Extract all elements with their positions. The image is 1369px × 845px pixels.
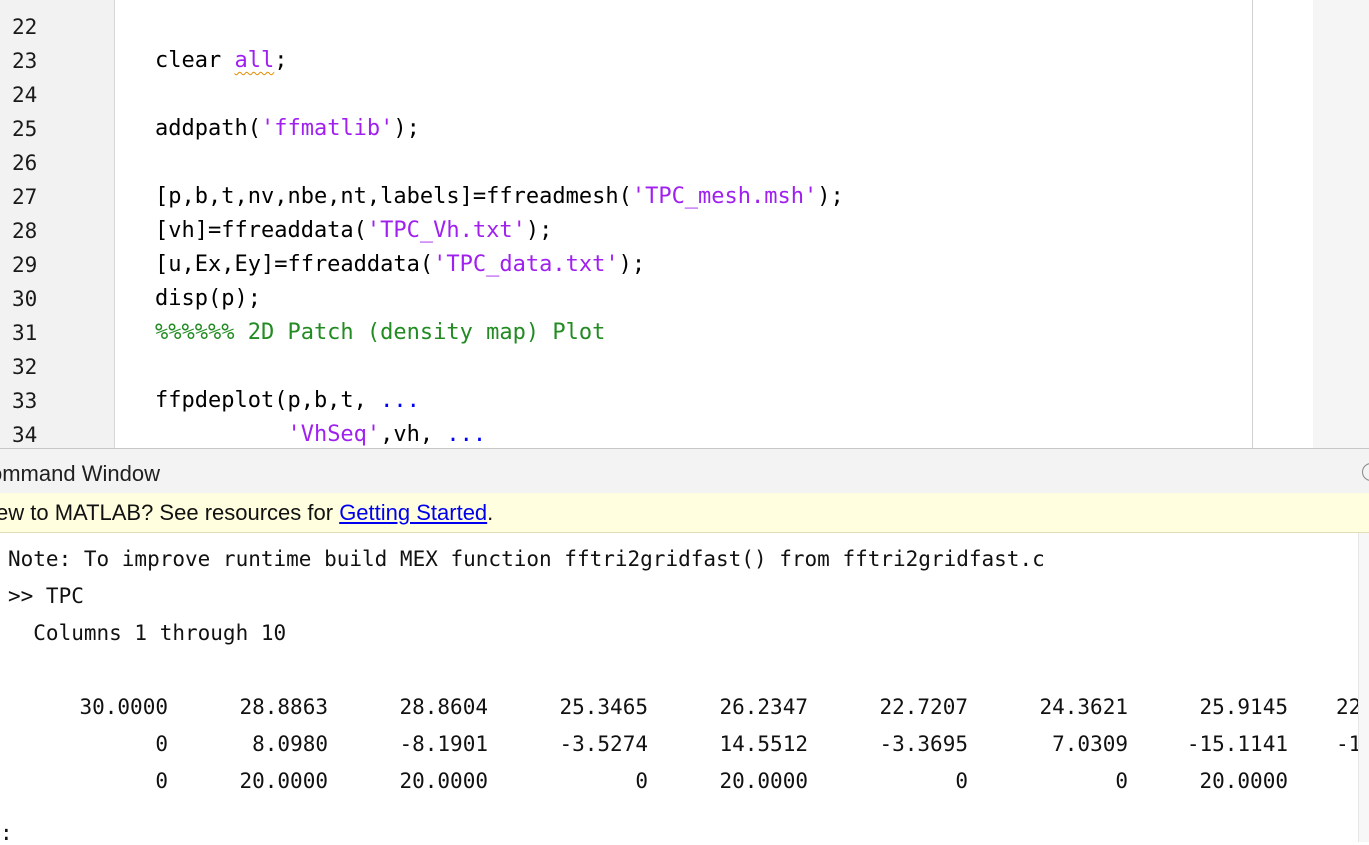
matrix-cell: 20.0000 [719, 769, 808, 793]
matrix-cell: 0 [155, 732, 168, 756]
line-number: 29 [12, 253, 38, 277]
code-token: clear [155, 48, 235, 73]
matrix-cell: 0 [155, 769, 168, 793]
command-window-header: ommand Window [0, 448, 1369, 494]
command-window-left-edge [0, 533, 4, 842]
code-token: ... [380, 388, 420, 413]
matrix-cell: 20.0000 [399, 769, 488, 793]
banner-suffix: . [487, 500, 494, 525]
code-token: ffpdeplot(p,b,t, [155, 388, 381, 413]
code-line[interactable]: [u,Ex,Ey]=ffreaddata('TPC_data.txt'); [155, 248, 645, 282]
code-token: ); [618, 252, 646, 277]
matrix-cell: 20.0000 [239, 769, 328, 793]
matrix-cell: 26.2347 [719, 695, 808, 719]
command-cursor[interactable]: : [0, 821, 13, 845]
code-line[interactable]: clear all; [155, 44, 287, 78]
line-number: 22 [12, 15, 38, 39]
line-number: 27 [12, 185, 38, 209]
matrix-cell: 14.5512 [719, 732, 808, 756]
line-number: 23 [12, 49, 38, 73]
command-window-output[interactable]: Note: To improve runtime build MEX funct… [0, 533, 1369, 845]
columns-label: Columns 1 through 10 [8, 621, 287, 645]
code-line[interactable]: %%%%%% 2D Patch (density map) Plot [155, 316, 605, 350]
right-margin-line [1252, 0, 1253, 448]
line-number: 28 [12, 219, 38, 243]
code-line[interactable]: disp(p); [155, 282, 261, 316]
matrix-cell: 0 [1115, 769, 1128, 793]
runtime-note: Note: To improve runtime build MEX funct… [8, 547, 1045, 571]
matrix-cell: 0 [955, 769, 968, 793]
line-number: 24 [12, 83, 38, 107]
command-window-scrollbar[interactable] [1358, 533, 1369, 842]
matrix-cell: 22.7207 [879, 695, 968, 719]
line-number: 30 [12, 287, 38, 311]
banner-text: ew to MATLAB? See resources for [0, 500, 340, 525]
code-line[interactable]: 'VhSeq',vh, ... [155, 418, 486, 448]
line-number-gutter: 22 23 24 25 26 27 28 29 30 31 32 33 34 [0, 0, 115, 448]
command-prompt-line: >> TPC [8, 584, 84, 608]
code-token: addpath( [155, 116, 261, 141]
code-token: ); [393, 116, 420, 141]
code-token: disp(p); [155, 286, 261, 311]
matrix-cell: 25.9145 [1199, 695, 1288, 719]
code-token: 'ffmatlib' [260, 116, 394, 141]
matrix-cell: 20.0000 [1199, 769, 1288, 793]
code-token: 'TPC_Vh.txt' [366, 218, 526, 243]
matrix-cell: 8.0980 [252, 732, 328, 756]
code-token: ; [274, 48, 288, 73]
code-token: all [234, 48, 275, 73]
line-number: 25 [12, 117, 38, 141]
code-line[interactable]: [vh]=ffreaddata('TPC_Vh.txt'); [155, 214, 552, 248]
code-line[interactable]: addpath('ffmatlib'); [155, 112, 420, 146]
matrix-cell: -3.3695 [879, 732, 968, 756]
code-token: ); [817, 184, 844, 209]
matrix-cell: -15.1141 [1186, 732, 1288, 756]
matrix-cell: 0 [635, 769, 648, 793]
code-line[interactable]: ffpdeplot(p,b,t, ... [155, 384, 420, 418]
editor-scrollbar[interactable] [1313, 0, 1369, 448]
panel-actions-icon[interactable] [1362, 463, 1369, 481]
getting-started-banner: ew to MATLAB? See resources for Getting … [0, 493, 1369, 533]
matrix-cell: -3.5274 [559, 732, 648, 756]
code-token: 'VhSeq' [287, 422, 381, 447]
line-number: 32 [12, 355, 38, 379]
line-number: 26 [12, 151, 38, 175]
code-token: 'TPC_mesh.msh' [631, 184, 818, 209]
matrix-cell: 30.0000 [79, 695, 168, 719]
matrix-cell: 28.8863 [239, 695, 328, 719]
matrix-cell: 28.8604 [399, 695, 488, 719]
matrix-cell: -8.1901 [399, 732, 488, 756]
code-editor[interactable]: 22 23 24 25 26 27 28 29 30 31 32 33 34 clear all; add… [0, 0, 1369, 448]
code-token: [vh]=ffreaddata( [155, 218, 367, 243]
matrix-cell: 25.3465 [559, 695, 648, 719]
line-number: 31 [12, 321, 38, 345]
command-window-title: ommand Window [0, 461, 160, 486]
code-token: 'TPC_data.txt' [433, 252, 619, 277]
code-token: ); [525, 218, 553, 243]
code-token: [p,b,t,nv,nbe,nt,labels]=ffreadmesh( [155, 184, 632, 209]
code-token: [u,Ex,Ey]=ffreaddata( [155, 252, 434, 277]
code-token: ,vh, [380, 422, 447, 447]
matrix-cell: 7.0309 [1052, 732, 1128, 756]
code-line[interactable]: [p,b,t,nv,nbe,nt,labels]=ffreadmesh('TPC… [155, 180, 844, 214]
code-token: ... [446, 422, 487, 447]
line-number: 33 [12, 389, 38, 413]
code-token: %%%%%% 2D Patch (density map) Plot [155, 320, 606, 345]
getting-started-link[interactable]: Getting Started [339, 500, 487, 525]
line-number: 34 [12, 423, 38, 447]
matrix-cell: 24.3621 [1039, 695, 1128, 719]
